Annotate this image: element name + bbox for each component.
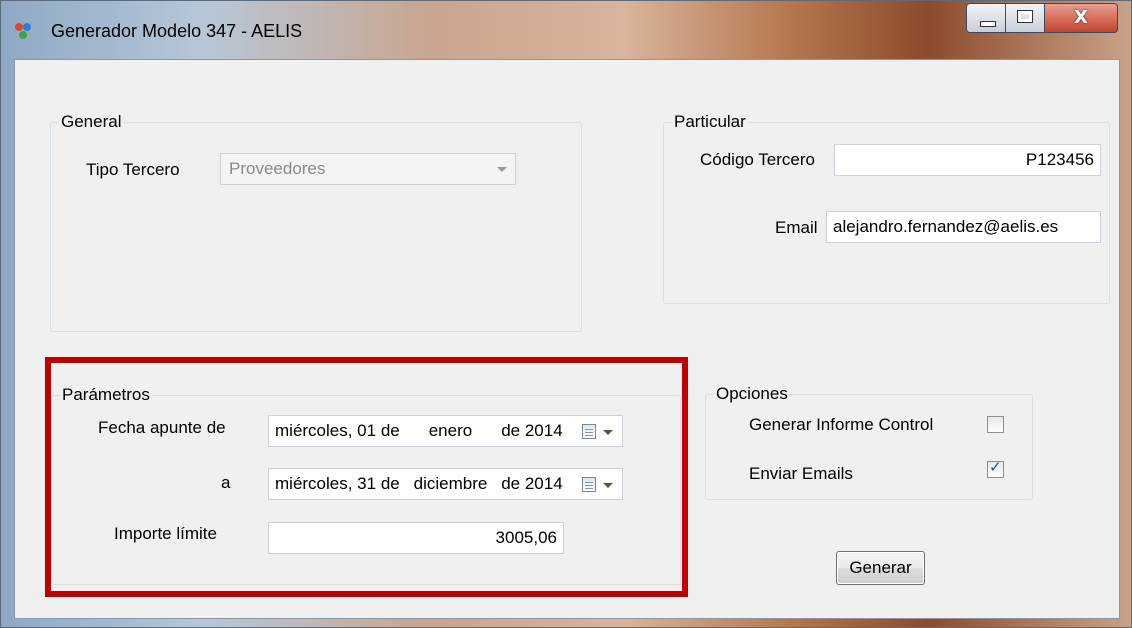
checkmark-icon: ✓	[989, 458, 1002, 476]
generar-informe-checkbox[interactable]	[987, 416, 1004, 433]
window-title: Generador Modelo 347 - AELIS	[51, 21, 303, 41]
codigo-tercero-label: Código Tercero	[700, 150, 815, 169]
generar-informe-label: Generar Informe Control	[749, 415, 934, 434]
codigo-tercero-input[interactable]: P123456	[834, 144, 1101, 176]
tipo-tercero-select[interactable]: Proveedores	[220, 153, 516, 185]
app-logo-icon	[15, 23, 31, 39]
maximize-icon	[1018, 11, 1032, 22]
enviar-emails-checkbox[interactable]: ✓	[987, 458, 1004, 478]
app-window: Generador Modelo 347 - AELIS X General T…	[0, 0, 1132, 628]
maximize-button[interactable]	[1005, 3, 1045, 33]
enviar-emails-label: Enviar Emails	[749, 464, 853, 483]
email-input[interactable]: alejandro.fernandez@aelis.es	[826, 211, 1101, 243]
group-particular-legend: Particular	[672, 112, 748, 132]
group-opciones-legend: Opciones	[714, 384, 790, 404]
close-button[interactable]: X	[1044, 3, 1118, 33]
close-icon: X	[1074, 7, 1088, 28]
minimize-icon	[980, 21, 996, 27]
chevron-down-icon	[497, 167, 507, 172]
group-opciones: Opciones	[705, 384, 1033, 500]
highlight-frame	[45, 357, 688, 597]
generar-button[interactable]: Generar	[836, 551, 925, 585]
title-bar[interactable]: Generador Modelo 347 - AELIS X	[1, 1, 1131, 59]
tipo-tercero-value: Proveedores	[229, 159, 326, 178]
email-label: Email	[775, 218, 818, 237]
tipo-tercero-label: Tipo Tercero	[86, 160, 180, 179]
minimize-button[interactable]	[966, 3, 1006, 33]
group-general-legend: General	[59, 112, 124, 132]
